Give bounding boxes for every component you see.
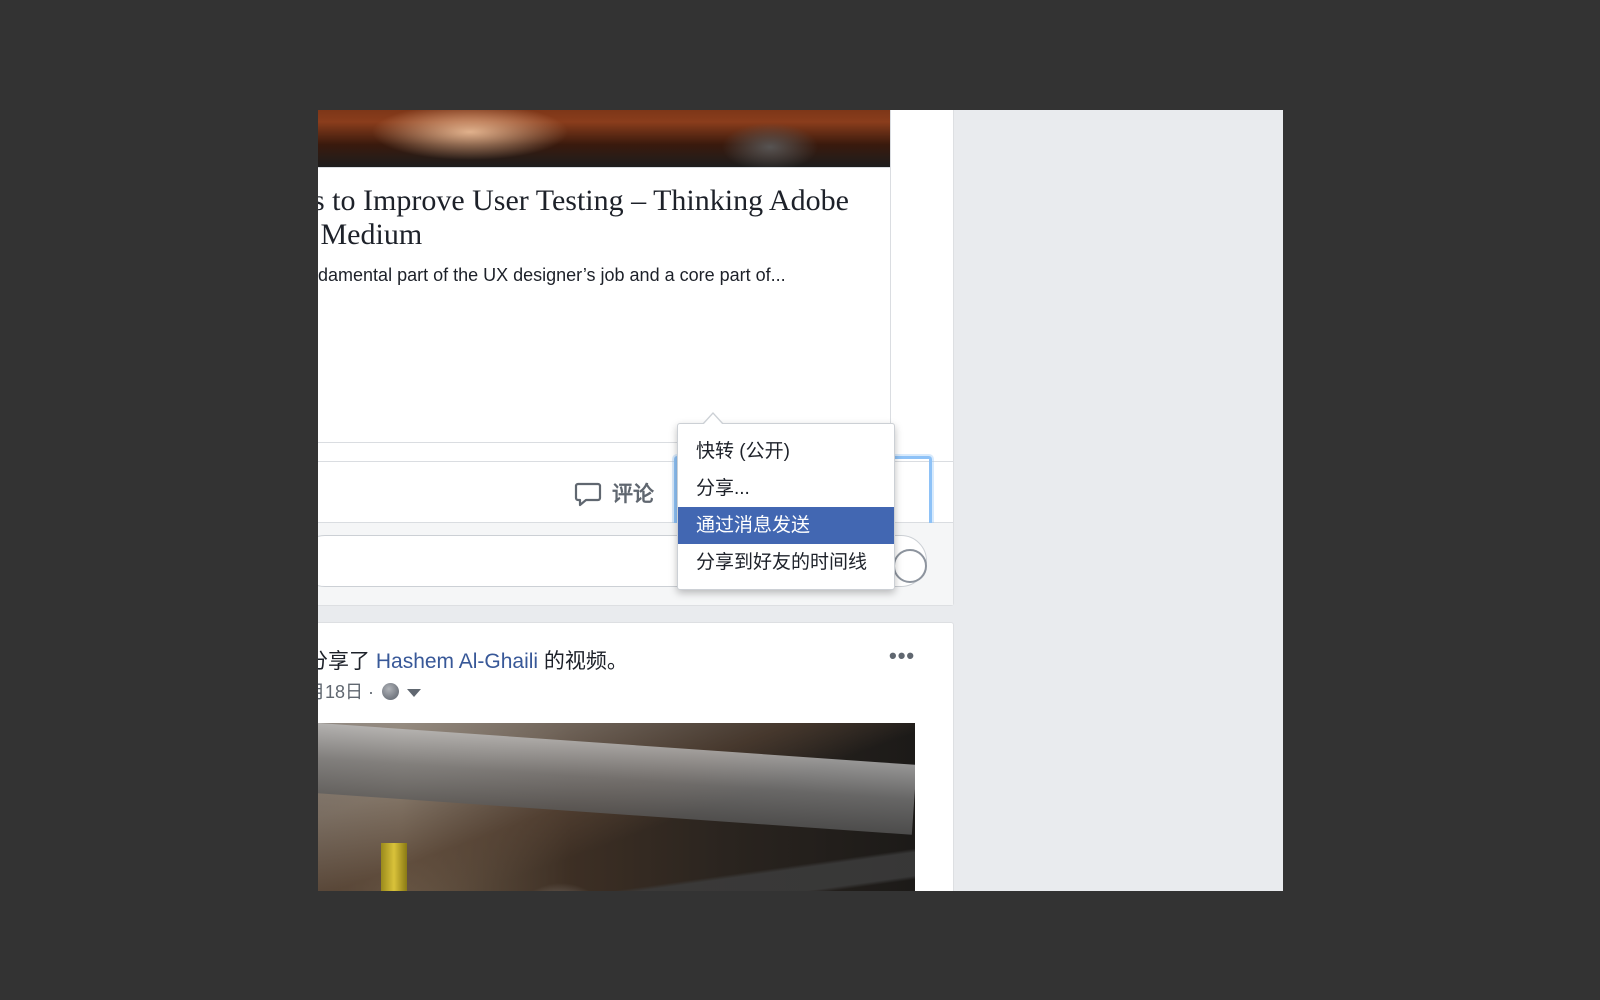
link-preview-card[interactable]: ps to Improve User Testing – Thinking Ad… (318, 110, 891, 443)
link-preview-title: ps to Improve User Testing – Thinking Ad… (318, 184, 849, 251)
comment-icon (574, 482, 602, 507)
post-header-suffix: 的视频。 (538, 650, 628, 673)
video-frame-pillar (381, 843, 407, 891)
video-frame-robot (449, 883, 609, 891)
caret-down-icon[interactable] (407, 689, 422, 697)
post-meta: 月18日 · (318, 678, 422, 704)
sticker-icon[interactable] (893, 549, 927, 583)
video-player[interactable] (318, 723, 915, 891)
author-link[interactable]: Hashem Al-Ghaili (376, 650, 538, 673)
right-column (958, 110, 1283, 891)
menu-item-share-friend-timeline[interactable]: 分享到好友的时间线 (678, 544, 894, 581)
globe-icon (382, 682, 400, 700)
more-options-icon[interactable]: ••• (889, 643, 915, 669)
post-date[interactable]: 月18日 · (318, 678, 374, 704)
menu-item-share[interactable]: 分享... (678, 470, 894, 507)
post-header-prefix: 分享了 (318, 650, 370, 673)
post-header: 分享了 Hashem Al-Ghaili 的视频。 (318, 645, 628, 675)
video-frame-duct (318, 723, 915, 835)
share-dropdown-menu: 快转 (公开) 分享... 通过消息发送 分享到好友的时间线 (677, 412, 895, 590)
comment-button-label: 评论 (612, 483, 654, 506)
menu-item-send-message[interactable]: 通过消息发送 (678, 507, 894, 544)
link-preview-image (318, 110, 890, 168)
link-preview-description: undamental part of the UX designer’s job… (318, 265, 786, 285)
menu-item-quick-share[interactable]: 快转 (公开) (678, 433, 894, 470)
feed-post-shared-video: 分享了 Hashem Al-Ghaili 的视频。 月18日 · ••• (318, 622, 954, 891)
